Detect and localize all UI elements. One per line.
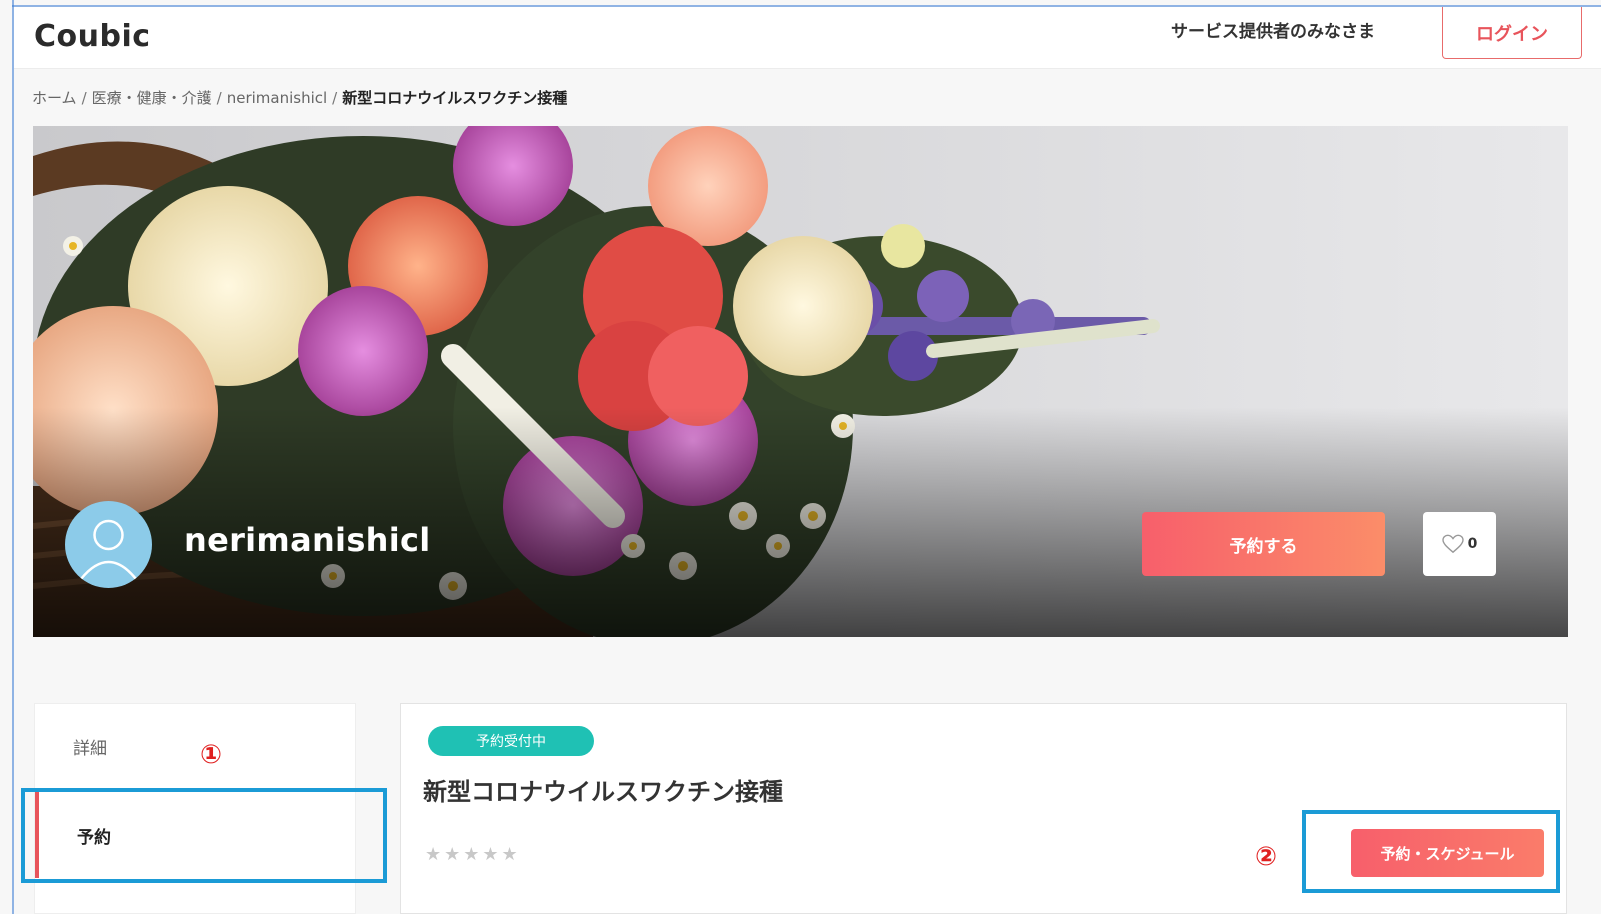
breadcrumb-home[interactable]: ホーム	[32, 89, 77, 107]
tab-reserve[interactable]: 予約	[35, 792, 355, 878]
breadcrumb-separator: /	[332, 89, 338, 107]
service-card: 予約受付中 新型コロナウイルスワクチン接種 ★★★★★	[400, 703, 1567, 914]
breadcrumb-shop[interactable]: nerimanishicl	[227, 89, 327, 107]
coubic-logo[interactable]: Coubic	[34, 19, 151, 54]
service-title: 新型コロナウイルスワクチン接種	[423, 778, 783, 806]
heart-icon	[1441, 534, 1464, 554]
rating-stars: ★★★★★	[425, 844, 521, 865]
breadcrumb-category[interactable]: 医療・健康・介護	[92, 89, 212, 107]
reserve-button[interactable]: 予約する	[1142, 512, 1385, 576]
tab-detail[interactable]: 詳細	[35, 704, 355, 788]
sidebar: 詳細 予約	[34, 703, 356, 914]
frame-border-left	[12, 0, 14, 914]
login-button[interactable]: ログイン	[1442, 7, 1582, 59]
hero-banner: nerimanishicl 予約する 0	[33, 126, 1568, 637]
like-button[interactable]: 0	[1423, 512, 1496, 576]
site-header: Coubic サービス提供者のみなさま ログイン	[14, 7, 1601, 69]
user-icon	[80, 519, 137, 580]
breadcrumb: ホーム / 医療・健康・介護 / nerimanishicl / 新型コロナウイルスワクチン…	[32, 87, 567, 108]
breadcrumb-separator: /	[81, 89, 87, 107]
breadcrumb-current: 新型コロナウイルスワクチン接種	[342, 89, 568, 107]
schedule-button[interactable]: 予約・スケジュール	[1351, 829, 1544, 877]
provider-link[interactable]: サービス提供者のみなさま	[1171, 17, 1375, 42]
status-badge: 予約受付中	[428, 726, 594, 756]
like-count: 0	[1467, 536, 1478, 552]
annotation-marker-1: ①	[200, 740, 223, 770]
shop-name: nerimanishicl	[184, 521, 431, 559]
breadcrumb-separator: /	[216, 89, 222, 107]
shop-avatar	[65, 501, 152, 588]
annotation-marker-2: ②	[1255, 842, 1278, 872]
